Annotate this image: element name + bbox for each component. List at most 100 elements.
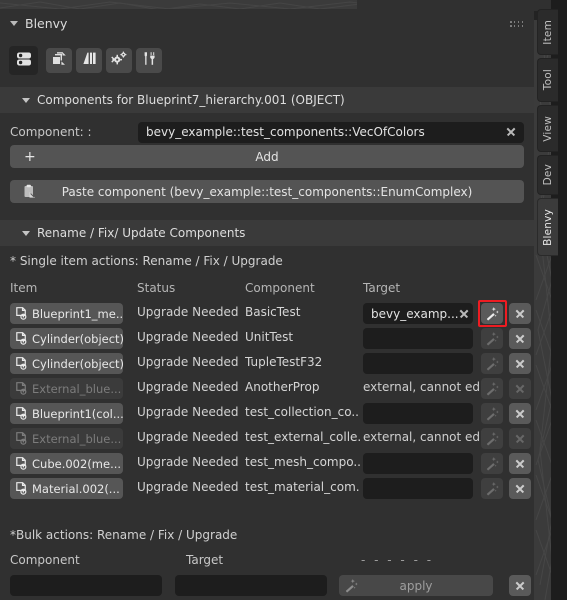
item-label: Blueprint1_me... — [32, 306, 123, 321]
rename-section-header[interactable]: Rename / Fix/ Update Components — [0, 220, 534, 246]
item-label: External_blue... — [32, 431, 122, 446]
target-field-wrap — [363, 403, 473, 424]
panel-header[interactable]: Blenvy — [0, 9, 534, 37]
toolbar-assets-button[interactable] — [106, 48, 132, 73]
apply-fix-button — [481, 428, 503, 449]
close-icon — [515, 409, 525, 419]
levels-icon — [81, 50, 98, 71]
bulk-apply-button[interactable]: apply — [339, 575, 493, 596]
delete-row-button[interactable] — [509, 353, 531, 374]
chevron-down-icon — [10, 20, 18, 26]
item-pill[interactable]: Blueprint1_me... — [10, 303, 123, 324]
close-icon — [515, 334, 525, 344]
table-column-headers: Item Status Component Target — [0, 281, 534, 299]
component-item-icon — [14, 406, 29, 421]
delete-row-button[interactable] — [509, 453, 531, 474]
item-pill[interactable]: Cube.002(me... — [10, 453, 123, 474]
magic-wand-icon — [485, 406, 500, 421]
status-label: Upgrade Needed — [137, 380, 239, 394]
component-field[interactable]: bevy_example::test_components::VecOfColo… — [138, 121, 524, 143]
target-value: bevy_examp... — [371, 306, 459, 321]
target-field[interactable] — [363, 453, 473, 474]
paste-component-button[interactable]: Paste component (bevy_example::test_comp… — [10, 180, 524, 203]
apply-fix-button — [481, 353, 503, 374]
chevron-down-icon — [22, 230, 30, 236]
component-item-icon — [14, 456, 29, 471]
magic-wand-icon — [485, 306, 500, 321]
item-pill[interactable]: Cylinder(object) — [10, 328, 123, 349]
close-icon — [515, 484, 525, 494]
add-component-button[interactable]: + Add — [10, 145, 524, 168]
tab-blenvy[interactable]: Blenvy — [537, 198, 558, 256]
component-item-icon — [14, 381, 29, 396]
close-icon — [515, 459, 525, 469]
close-icon — [515, 309, 525, 319]
status-label: Upgrade Needed — [137, 405, 239, 419]
toolbar-components-button[interactable] — [9, 46, 38, 75]
status-label: Upgrade Needed — [137, 430, 239, 444]
item-label: Cube.002(me... — [32, 456, 122, 471]
drag-grip-icon[interactable] — [510, 21, 524, 28]
bulk-target-input[interactable] — [175, 575, 327, 596]
close-icon[interactable] — [459, 309, 469, 319]
target-field[interactable]: bevy_examp... — [363, 303, 473, 324]
component-value: bevy_example::test_components::VecOfColo… — [146, 125, 425, 139]
item-pill[interactable]: Blueprint1(col... — [10, 403, 123, 424]
target-field[interactable] — [363, 353, 473, 374]
component-item-icon — [14, 306, 29, 321]
bulk-clear-button[interactable] — [509, 575, 531, 596]
tab-view[interactable]: View — [537, 105, 558, 152]
component-label: BasicTest — [245, 305, 301, 319]
status-label: Upgrade Needed — [137, 355, 239, 369]
plus-icon: + — [24, 148, 36, 165]
magic-wand-icon — [485, 381, 500, 396]
target-readonly-label: external, cannot edit — [363, 430, 489, 444]
tab-item-label: Item — [542, 19, 554, 45]
component-label: test_external_colle... — [245, 430, 360, 444]
tab-tool-label: Tool — [542, 69, 554, 91]
close-icon — [515, 434, 525, 444]
component-label: TupleTestF32 — [245, 355, 323, 369]
target-readonly-label: external, cannot edit — [363, 380, 489, 394]
component-label: AnotherProp — [245, 380, 320, 394]
delete-row-button[interactable] — [509, 303, 531, 324]
target-field[interactable] — [363, 403, 473, 424]
target-field[interactable] — [363, 478, 473, 499]
apply-fix-button — [481, 453, 503, 474]
bulk-apply-label: apply — [399, 578, 433, 593]
tab-tool[interactable]: Tool — [537, 58, 558, 102]
target-field[interactable] — [363, 328, 473, 349]
item-label: Cylinder(object) — [32, 356, 123, 371]
bulk-component-input[interactable] — [10, 575, 162, 596]
component-item-icon — [14, 431, 29, 446]
column-header-item: Item — [10, 281, 38, 295]
component-label: Component: : — [10, 125, 92, 139]
tab-blenvy-label: Blenvy — [542, 208, 554, 246]
component-label: test_material_com... — [245, 480, 360, 494]
delete-row-button[interactable] — [509, 478, 531, 499]
delete-row-button[interactable] — [509, 328, 531, 349]
item-pill[interactable]: Material.002(... — [10, 478, 123, 499]
bulk-target-label: Target — [186, 553, 224, 567]
table-row: Cube.002(me... Upgrade Needed test_mesh_… — [0, 451, 534, 476]
item-pill[interactable]: Cylinder(object) — [10, 353, 123, 374]
toolbar-blueprints-button[interactable] — [46, 48, 72, 73]
target-field-wrap — [363, 328, 473, 349]
item-pill: External_blue... — [10, 428, 123, 449]
apply-fix-button[interactable] — [481, 303, 503, 324]
delete-row-button[interactable] — [509, 403, 531, 424]
toolbar-settings-tools-button[interactable] — [136, 48, 162, 73]
tab-dev-label: Dev — [542, 164, 554, 186]
components-section-header[interactable]: Components for Blueprint7_hierarchy.001 … — [0, 87, 534, 113]
apply-fix-button — [481, 378, 503, 399]
close-icon[interactable] — [506, 127, 516, 137]
item-label: Blueprint1(col... — [32, 406, 123, 421]
table-row: Blueprint1(col... Upgrade Needed test_co… — [0, 401, 534, 426]
toolbar-levels-button[interactable] — [76, 48, 102, 73]
tab-view-label: View — [542, 115, 554, 142]
close-icon — [515, 581, 525, 591]
tab-dev[interactable]: Dev — [537, 155, 558, 195]
component-label: test_collection_co... — [245, 405, 360, 419]
paste-label: Paste component (bevy_example::test_comp… — [61, 184, 473, 199]
tab-item[interactable]: Item — [537, 9, 558, 55]
